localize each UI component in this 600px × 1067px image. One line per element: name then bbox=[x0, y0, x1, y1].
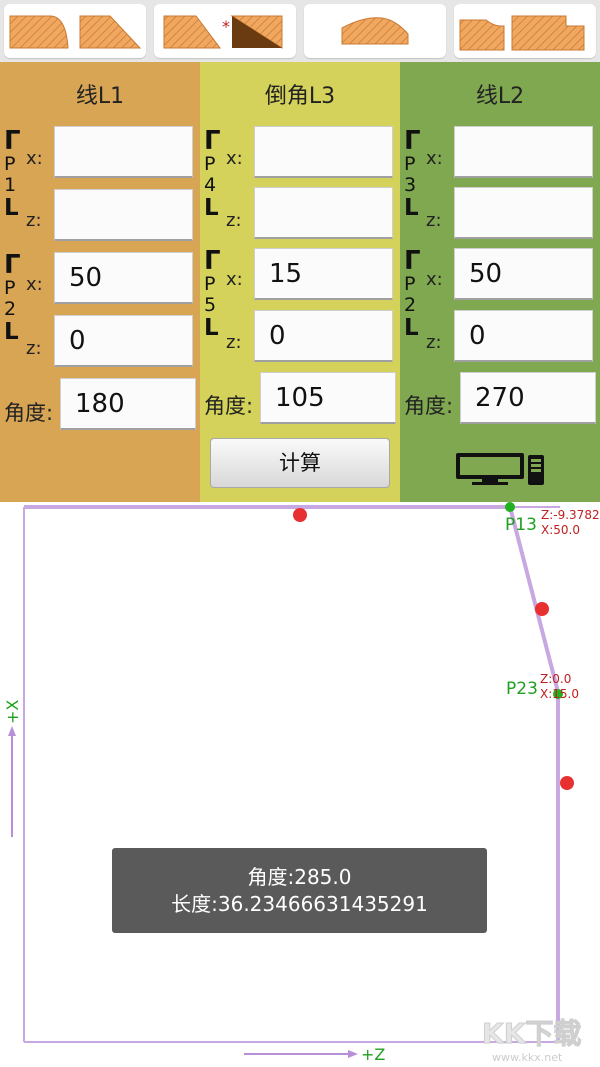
l1-p1-z-input[interactable] bbox=[54, 189, 193, 241]
l2-p3-x-input[interactable] bbox=[454, 126, 593, 178]
profile-option-3[interactable] bbox=[304, 4, 446, 58]
line-l2-midpoint[interactable] bbox=[560, 776, 574, 790]
point-bracket-bottom: Γ P 2 L bbox=[404, 246, 421, 341]
point-bracket-top: Γ P 4 L bbox=[204, 126, 221, 221]
l1-p2-x-input[interactable]: 50 bbox=[54, 252, 193, 304]
x-label: x: bbox=[26, 148, 43, 169]
x-label: x: bbox=[226, 148, 243, 169]
point-bracket-bottom: Γ P 2 L bbox=[4, 250, 21, 345]
arc-profile-icon bbox=[341, 17, 409, 45]
p13-x-value: X:50.0 bbox=[541, 523, 580, 537]
z-label: z: bbox=[226, 332, 242, 353]
p13-vertex[interactable] bbox=[505, 502, 515, 512]
p23-x-value: X:15.0 bbox=[540, 687, 579, 701]
angle-label: 角度: bbox=[4, 401, 54, 425]
profile-shapes-icon bbox=[9, 15, 142, 49]
x-label: x: bbox=[426, 148, 443, 169]
l3-p4-z-input[interactable] bbox=[254, 187, 393, 239]
angle-label: 角度: bbox=[404, 394, 454, 418]
point-bracket-bottom: Γ P 5 L bbox=[204, 246, 221, 341]
line-l2-panel: 线L2 Γ P 3 L x: z: Γ P 2 L x: 50 z: 0 角度:… bbox=[400, 62, 600, 502]
point-bracket-top: Γ P 1 L bbox=[4, 126, 21, 221]
profile-canvas[interactable]: +X +Z P13 Z:-9.3782 X:50.0 P23 Z:0.0 X:1… bbox=[0, 502, 600, 1067]
step-profile-icon bbox=[459, 15, 585, 51]
l1-p1-x-input[interactable] bbox=[54, 126, 193, 178]
x-label: x: bbox=[26, 274, 43, 295]
z-label: z: bbox=[26, 338, 42, 359]
l3-p4-x-input[interactable] bbox=[254, 126, 393, 178]
l2-angle-input[interactable]: 270 bbox=[460, 372, 596, 424]
chamfer-profile-icon: * bbox=[163, 15, 283, 49]
l3-angle-input[interactable]: 105 bbox=[260, 372, 396, 424]
panel-title-l2: 线L2 bbox=[475, 84, 525, 109]
x-axis-arrow-icon bbox=[8, 726, 16, 736]
profile-toolbar: * bbox=[0, 0, 600, 62]
x-label: x: bbox=[426, 269, 443, 290]
l2-p3-z-input[interactable] bbox=[454, 187, 593, 239]
line-l1-midpoint[interactable] bbox=[293, 508, 307, 522]
panel-title-l3: 倒角L3 bbox=[264, 84, 336, 109]
p23-z-value: Z:0.0 bbox=[540, 672, 571, 686]
toast-angle: 角度:285.0 bbox=[247, 865, 352, 889]
profile-option-2[interactable]: * bbox=[154, 4, 296, 58]
watermark-logo: KK下载 bbox=[482, 1017, 581, 1050]
computer-display-icon[interactable] bbox=[454, 450, 548, 486]
panel-title-l1: 线L1 bbox=[75, 84, 125, 109]
selected-marker: * bbox=[222, 17, 230, 36]
l3-p5-x-input[interactable]: 15 bbox=[254, 248, 393, 300]
l3-p5-z-input[interactable]: 0 bbox=[254, 310, 393, 362]
chamfer-l3-panel: 倒角L3 Γ P 4 L x: z: Γ P 5 L x: 15 z: 0 角度… bbox=[200, 62, 400, 502]
p23-label: P23 bbox=[506, 679, 538, 699]
l1-p2-z-input[interactable]: 0 bbox=[54, 315, 193, 367]
z-label: z: bbox=[26, 210, 42, 231]
watermark-site: www.kkx.net bbox=[492, 1051, 563, 1064]
toast-length: 长度:36.23466631435291 bbox=[171, 892, 428, 916]
z-label: z: bbox=[226, 210, 242, 231]
l2-p2-z-input[interactable]: 0 bbox=[454, 310, 593, 362]
result-toast: 角度:285.0 长度:36.23466631435291 bbox=[112, 848, 487, 933]
l2-p2-x-input[interactable]: 50 bbox=[454, 248, 593, 300]
p13-label: P13 bbox=[505, 515, 537, 535]
profile-option-4[interactable] bbox=[454, 4, 596, 58]
x-label: x: bbox=[226, 269, 243, 290]
l1-angle-input[interactable]: 180 bbox=[60, 378, 196, 430]
z-axis-arrow-icon bbox=[348, 1050, 358, 1058]
z-label: z: bbox=[426, 332, 442, 353]
z-label: z: bbox=[426, 210, 442, 231]
x-axis-label: +X bbox=[3, 700, 22, 724]
profile-option-1[interactable] bbox=[4, 4, 146, 58]
z-axis-label: +Z bbox=[361, 1045, 385, 1064]
p13-z-value: Z:-9.3782 bbox=[541, 508, 600, 522]
angle-label: 角度: bbox=[204, 394, 254, 418]
chamfer-midpoint[interactable] bbox=[535, 602, 549, 616]
profile-drawing: +X +Z P13 Z:-9.3782 X:50.0 P23 Z:0.0 X:1… bbox=[3, 502, 600, 1064]
point-bracket-top: Γ P 3 L bbox=[404, 126, 421, 221]
calculate-button[interactable]: 计算 bbox=[210, 438, 390, 488]
line-l1-panel: 线L1 Γ P 1 L x: z: Γ P 2 L x: 50 z: 0 角度:… bbox=[0, 62, 200, 502]
